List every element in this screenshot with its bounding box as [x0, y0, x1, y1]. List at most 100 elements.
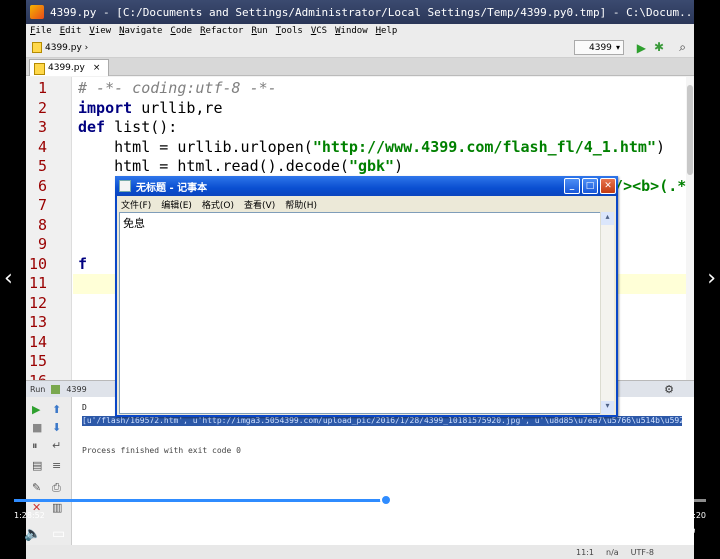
line-number: 3 — [37, 118, 47, 136]
ide-menu-bar: File Edit View Navigate Code Refactor Ru… — [26, 24, 694, 38]
file-encoding[interactable]: UTF-8 — [631, 548, 654, 557]
code-text: html = urllib.urlopen( — [78, 137, 313, 156]
skip-forward-button[interactable]: 30 — [384, 526, 402, 544]
line-number-gutter: 1 2 3 4 5 6 7 8 9 10 11 12 13 14 15 16 — [26, 77, 72, 380]
notepad-scrollbar[interactable] — [600, 212, 614, 414]
console-line: D — [82, 403, 87, 412]
keyword: import — [78, 98, 133, 117]
notepad-menu-view[interactable]: 查看(V) — [244, 198, 275, 211]
console-output-selected: [u'/flash/169572.htm', u'http://imga3.50… — [82, 416, 682, 426]
tab-label: 4399.py — [48, 63, 85, 73]
notepad-title: 无标题 - 记事本 — [136, 182, 208, 194]
search-icon[interactable]: ⌕ — [679, 40, 686, 55]
run-panel-label: Run — [30, 384, 46, 394]
next-arrow-icon[interactable]: › — [707, 266, 716, 291]
camera-icon[interactable]: ◉ — [654, 526, 666, 542]
line-number: 4 — [37, 137, 47, 156]
console-exit-line: Process finished with exit code 0 — [82, 446, 241, 455]
print-icon[interactable]: ⎙ — [52, 481, 61, 495]
trash-icon[interactable]: ▥ — [52, 501, 62, 514]
code-line-3: def list(): — [78, 118, 177, 136]
notepad-minimize-button[interactable]: _ — [564, 178, 580, 194]
volume-icon[interactable]: 🔈 — [24, 526, 41, 542]
arrow-up-icon[interactable]: ⬆ — [52, 403, 61, 416]
code-line-1: # -*- coding:utf-8 -*- — [78, 79, 277, 97]
debug-icon[interactable]: ✱ — [654, 40, 664, 54]
pause-icon[interactable]: ⏸ — [32, 439, 38, 453]
danmaku-icon[interactable]: ▭ — [52, 526, 65, 542]
menu-file[interactable]: File — [30, 26, 52, 36]
code-line-10-fragment: f — [78, 254, 88, 273]
code-line-4: html = urllib.urlopen("http://www.4399.c… — [78, 138, 665, 156]
run-icon[interactable]: ▶ — [637, 41, 646, 55]
python-file-icon — [32, 42, 42, 53]
wrap-icon[interactable]: ↵ — [52, 439, 61, 452]
code-text: html = html.read().decode( — [78, 157, 349, 175]
arrow-down-icon[interactable]: ⬇ — [52, 421, 61, 434]
menu-code[interactable]: Code — [170, 26, 192, 36]
line-separator[interactable]: n/a — [606, 548, 619, 557]
stop-icon[interactable]: ■ — [32, 421, 42, 434]
code-text: ) — [655, 137, 666, 156]
line-number: 5 — [37, 157, 47, 175]
progress-bar[interactable] — [14, 494, 706, 506]
line-number: 13 — [28, 313, 47, 331]
notepad-menu-edit[interactable]: 编辑(E) — [161, 198, 192, 211]
previous-arrow-icon[interactable]: ‹ — [4, 266, 13, 291]
menu-window[interactable]: Window — [335, 26, 368, 36]
line-number: 6 — [37, 176, 47, 195]
skip-back-button[interactable]: 10 — [320, 526, 338, 544]
layout-icon[interactable]: ▤ — [32, 459, 42, 472]
fullscreen-icon[interactable]: ⤢ — [684, 526, 695, 542]
menu-run[interactable]: Run — [251, 26, 267, 36]
notepad-text-area[interactable]: 免息 — [119, 212, 601, 414]
breadcrumb[interactable]: 4399.py — [45, 43, 82, 53]
menu-navigate[interactable]: Navigate — [119, 26, 162, 36]
screen-icon[interactable]: ▣ — [622, 526, 635, 542]
pause-button-icon[interactable]: ❚❚ — [355, 526, 378, 542]
pycharm-logo-icon — [30, 5, 44, 19]
run-config-select[interactable]: 4399 — [574, 40, 624, 55]
menu-vcs[interactable]: VCS — [311, 26, 327, 36]
line-number: 12 — [28, 293, 47, 312]
line-number: 15 — [28, 352, 47, 370]
tab-4399-py[interactable]: 4399.py × — [29, 59, 110, 76]
editor-tab-bar: 4399.py × — [26, 58, 694, 76]
rerun-icon[interactable]: ▶ — [32, 403, 40, 416]
menu-help[interactable]: Help — [376, 26, 398, 36]
editor-scrollbar[interactable] — [686, 77, 694, 380]
notepad-menu-file[interactable]: 文件(F) — [121, 198, 151, 211]
gear-icon[interactable]: ⚙ — [664, 383, 674, 396]
menu-refactor[interactable]: Refactor — [200, 26, 243, 36]
code-line-5: html = html.read().decode("gbk") — [78, 157, 403, 175]
menu-tools[interactable]: Tools — [276, 26, 303, 36]
keyword: def — [78, 118, 106, 136]
breadcrumb-chevron-icon: › — [81, 42, 89, 53]
menu-edit[interactable]: Edit — [60, 26, 82, 36]
notepad-title-bar[interactable]: 无标题 - 记事本 _ □ ✕ — [115, 176, 618, 196]
progress-handle[interactable] — [379, 494, 392, 506]
notepad-menu-help[interactable]: 帮助(H) — [285, 198, 317, 211]
line-number: 16 — [29, 372, 47, 381]
scroll-icon[interactable]: ≡ — [52, 459, 61, 472]
notepad-close-button[interactable]: ✕ — [600, 178, 616, 194]
notepad-menu-format[interactable]: 格式(O) — [202, 198, 234, 211]
ide-status-bar: 11:1 n/a UTF-8 — [26, 545, 694, 559]
video-frame: 4399.py - [C:/Documents and Settings/Adm… — [26, 0, 694, 559]
code-line-2: import urllib,re — [78, 99, 223, 117]
string-literal: "gbk" — [348, 157, 395, 175]
notepad-menu-bar: 文件(F) 编辑(E) 格式(O) 查看(V) 帮助(H) — [117, 196, 616, 212]
tab-close-icon[interactable]: × — [93, 63, 101, 73]
line-number: 10 — [28, 254, 47, 273]
ide-window-title: 4399.py - [C:/Documents and Settings/Adm… — [50, 5, 694, 19]
edit-icon[interactable]: ✎ — [592, 526, 604, 542]
cursor-position[interactable]: 11:1 — [576, 548, 594, 557]
run-panel-config[interactable]: 4399 — [66, 385, 86, 394]
code-text: urllib,re — [132, 98, 223, 117]
notepad-maximize-button[interactable]: □ — [582, 178, 598, 194]
notepad-window: 无标题 - 记事本 _ □ ✕ 文件(F) 编辑(E) 格式(O) 查看(V) … — [115, 176, 618, 417]
notepad-window-controls: _ □ ✕ — [564, 178, 616, 194]
pin-icon[interactable]: ✎ — [32, 481, 41, 494]
menu-view[interactable]: View — [89, 26, 111, 36]
string-literal: "http://www.4399.com/flash_fl/4_1.htm" — [312, 137, 656, 156]
